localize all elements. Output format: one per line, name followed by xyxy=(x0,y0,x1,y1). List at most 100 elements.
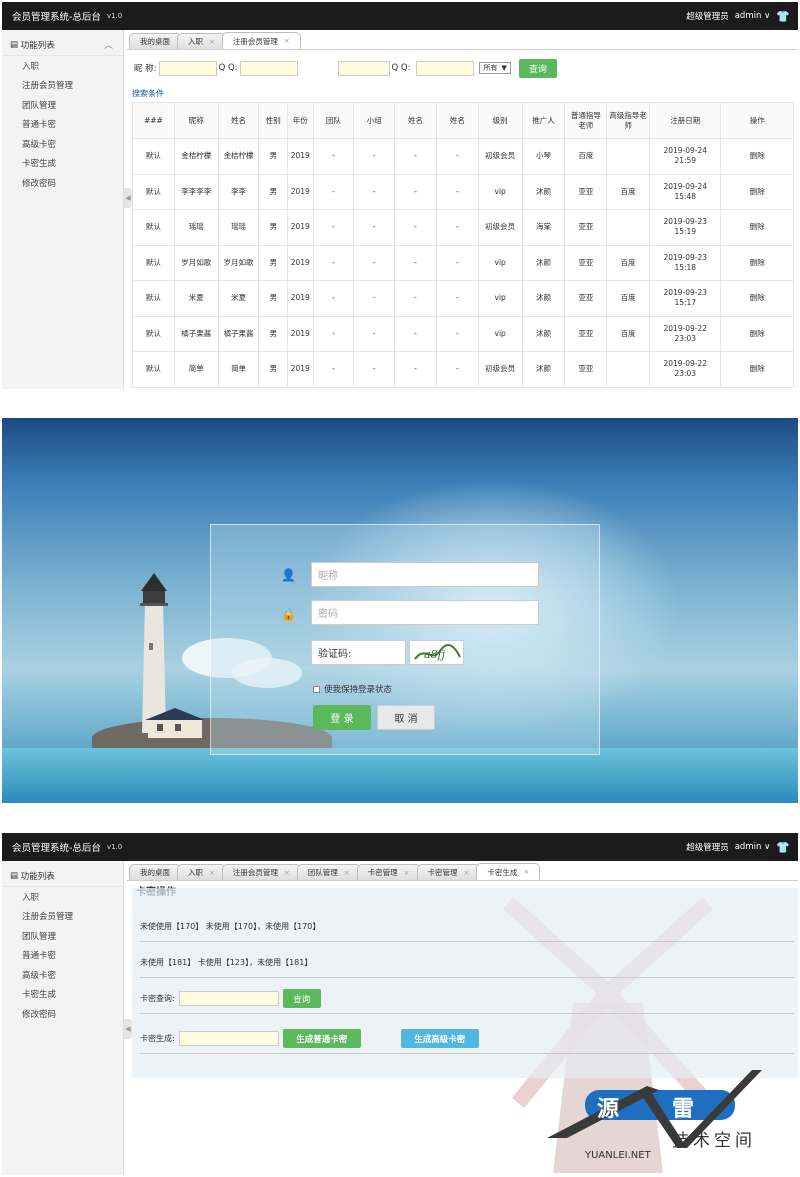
sidebar-item[interactable]: 高级卡密 xyxy=(2,965,123,985)
card-operations-panel: 未使使用【170】 未使用【170】，未使用【170】 未使用【181】 卡使用… xyxy=(132,888,798,1078)
close-icon[interactable]: × xyxy=(464,869,470,877)
tab[interactable]: 我的桌面 xyxy=(129,33,181,49)
sidebar-collapse-handle[interactable]: ◀ xyxy=(124,188,132,208)
table-cell: 男 xyxy=(258,351,289,388)
shirt-icon[interactable]: 👕 xyxy=(776,841,790,854)
nickname-link[interactable]: 橘子果酱 xyxy=(173,315,219,352)
tab[interactable]: 团队管理 × xyxy=(296,864,361,880)
delete-link[interactable]: 删除 xyxy=(720,351,794,388)
generate-normal-card-button[interactable]: 生成普通卡密 xyxy=(282,1029,361,1048)
search-conditions-label: 搜索条件 xyxy=(132,89,164,98)
nickname-link[interactable]: 岁月如歌 xyxy=(173,244,219,281)
table-cell: - xyxy=(435,244,479,281)
tab[interactable]: 入职 × xyxy=(177,864,226,880)
table-cell: - xyxy=(435,138,479,175)
captcha-input[interactable]: 验证码: xyxy=(311,640,406,665)
delete-link[interactable]: 删除 xyxy=(720,280,794,317)
delete-link[interactable]: 删除 xyxy=(720,315,794,352)
close-icon[interactable]: × xyxy=(284,37,290,45)
column-header: 性别 xyxy=(258,102,289,139)
close-icon[interactable]: × xyxy=(209,38,215,46)
login-screen: 👤 昵称 🔒 密码 验证码: a8fj 使我保持登录状态 登 录 取 消 xyxy=(2,418,798,803)
table-cell: vip xyxy=(477,315,523,352)
close-icon[interactable]: × xyxy=(284,869,290,877)
delete-link[interactable]: 删除 xyxy=(720,138,794,175)
delete-link[interactable]: 删除 xyxy=(720,173,794,210)
close-icon[interactable]: × xyxy=(404,869,410,877)
table-cell: 米夏 xyxy=(217,280,260,317)
column-header: 姓名 xyxy=(217,102,260,139)
sidebar-item[interactable]: 入职 xyxy=(2,56,123,76)
sidebar-item[interactable]: 注册会员管理 xyxy=(2,907,123,927)
default-link[interactable]: 默认 xyxy=(132,315,175,352)
user-menu[interactable]: admin ∨ xyxy=(735,11,771,21)
sidebar-collapse-handle[interactable]: ◀ xyxy=(124,1019,132,1039)
default-link[interactable]: 默认 xyxy=(132,173,175,210)
nickname-input[interactable] xyxy=(158,60,217,76)
login-button[interactable]: 登 录 xyxy=(313,705,371,730)
sidebar-item[interactable]: 团队管理 xyxy=(2,95,123,115)
sidebar-item[interactable]: 普通卡密 xyxy=(2,115,123,135)
card-generation-screen: 会员管理系统-总后台 v1.0 超级管理员 admin ∨ 👕 ▤ 功能列表 入… xyxy=(2,833,798,1175)
tab[interactable]: 卡密管理 × xyxy=(416,864,481,880)
shirt-icon[interactable]: 👕 xyxy=(776,10,790,23)
default-link[interactable]: 默认 xyxy=(132,351,175,388)
cottage-image xyxy=(145,708,205,738)
default-link[interactable]: 默认 xyxy=(132,138,175,175)
card-query-button[interactable]: 查询 xyxy=(282,989,321,1008)
delete-link[interactable]: 删除 xyxy=(720,244,794,281)
sidebar-item[interactable]: 普通卡密 xyxy=(2,946,123,966)
table-cell: vip xyxy=(477,173,523,210)
card-generate-input[interactable] xyxy=(178,1031,279,1046)
tab-bar: 我的桌面 入职 × 注册会员管理 × xyxy=(127,30,798,50)
close-icon[interactable]: × xyxy=(344,869,350,877)
sidebar-item[interactable]: 修改密码 xyxy=(2,1004,123,1024)
table-header-row: ### 昵称 姓名 性别 年份 团队 小组 姓名 姓名 级别 推广人 普通指导老师 高级指导老师 注册日期… xyxy=(132,102,794,139)
nickname-input[interactable]: 昵称 xyxy=(311,562,539,587)
query-button[interactable]: 查询 xyxy=(518,58,557,78)
cancel-button[interactable]: 取 消 xyxy=(377,705,435,730)
table-cell: - xyxy=(312,315,355,352)
sidebar-item[interactable]: 高级卡密 xyxy=(2,134,123,154)
user-menu[interactable]: admin ∨ xyxy=(735,842,771,852)
generate-advanced-card-button[interactable]: 生成高级卡密 xyxy=(400,1029,479,1048)
nickname-link[interactable]: 简单 xyxy=(173,351,219,388)
default-link[interactable]: 默认 xyxy=(132,280,175,317)
tab[interactable]: 我的桌面 xyxy=(129,864,181,880)
sidebar-item[interactable]: 修改密码 xyxy=(2,173,123,193)
sidebar-header[interactable]: ▤ 功能列表 ︿ xyxy=(2,34,123,56)
nickname-link[interactable]: 米夏 xyxy=(173,280,219,317)
close-icon[interactable]: × xyxy=(209,869,215,877)
sidebar-menu: 入职 注册会员管理 团队管理 普通卡密 高级卡密 卡密生成 修改密码 xyxy=(2,887,123,1024)
remember-me-checkbox[interactable]: 使我保持登录状态 xyxy=(313,683,392,695)
tab[interactable]: 卡密生成 × xyxy=(476,863,541,880)
default-link[interactable]: 默认 xyxy=(132,244,175,281)
sidebar-item[interactable]: 团队管理 xyxy=(2,926,123,946)
close-icon[interactable]: × xyxy=(523,868,529,876)
default-link[interactable]: 默认 xyxy=(132,209,175,246)
sidebar-item[interactable]: 卡密生成 xyxy=(2,985,123,1005)
nickname-link[interactable]: 李李李李 xyxy=(173,173,219,210)
card-query-input[interactable] xyxy=(178,991,279,1006)
captcha-image[interactable]: a8fj xyxy=(409,640,464,665)
tab[interactable]: 注册会员管理 × xyxy=(221,864,301,880)
sidebar-header[interactable]: ▤ 功能列表 xyxy=(2,865,123,887)
table-cell: - xyxy=(312,351,355,388)
nickname-link[interactable]: 瑶瑶 xyxy=(173,209,219,246)
nickname-link[interactable]: 金桔柠檬 xyxy=(173,138,219,175)
password-input[interactable]: 密码 xyxy=(311,600,539,625)
tab[interactable]: 入职 × xyxy=(177,33,226,49)
table-cell: - xyxy=(353,138,396,175)
sidebar-item[interactable]: 入职 xyxy=(2,887,123,907)
level-select[interactable]: 所有 ▼ xyxy=(479,62,511,74)
sidebar-item[interactable]: 卡密生成 xyxy=(2,154,123,174)
tab[interactable]: 注册会员管理 × xyxy=(221,32,301,49)
sidebar-item[interactable]: 注册会员管理 xyxy=(2,76,123,96)
delete-link[interactable]: 删除 xyxy=(720,209,794,246)
qq-input-2[interactable] xyxy=(337,60,390,76)
tab[interactable]: 卡密管理 × xyxy=(356,864,421,880)
column-header: 昵称 xyxy=(173,102,219,139)
date-input[interactable] xyxy=(416,60,475,76)
tab-label: 入职 xyxy=(188,37,203,46)
qq-input[interactable] xyxy=(239,60,298,76)
